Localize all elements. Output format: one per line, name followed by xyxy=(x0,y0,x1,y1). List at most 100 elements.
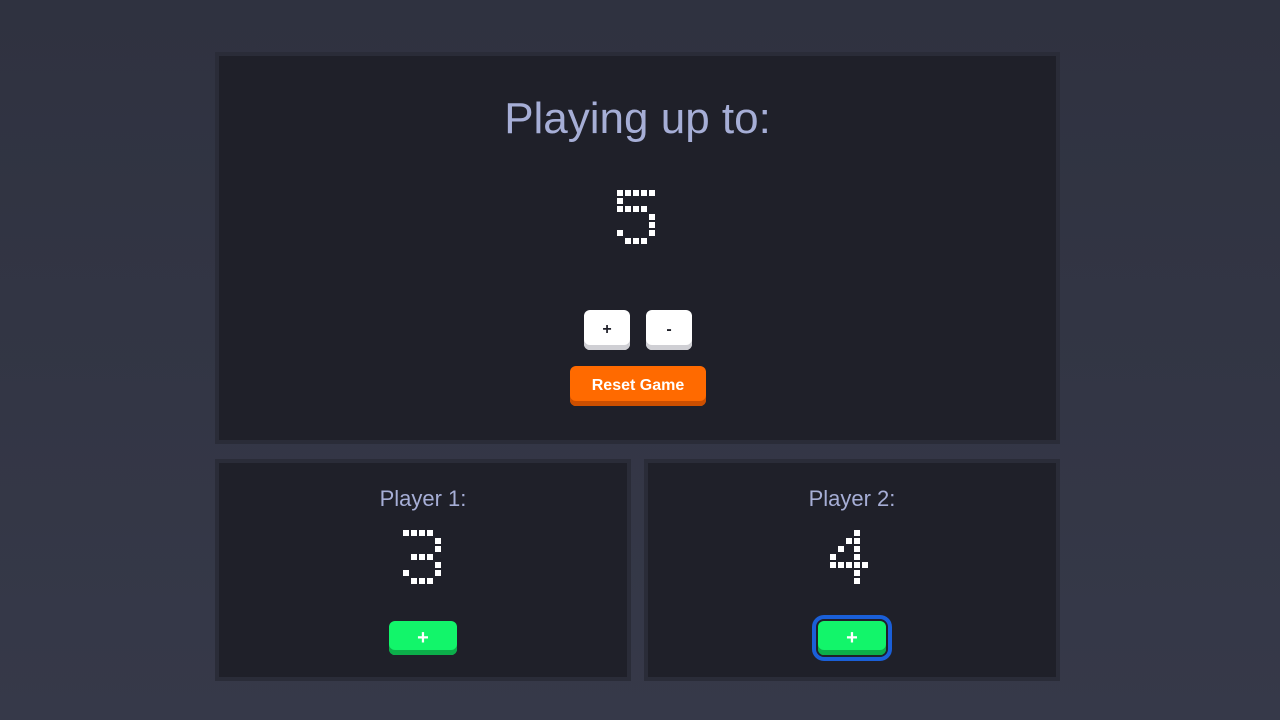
digit-pixel xyxy=(648,197,656,205)
digit-pixel xyxy=(616,229,624,237)
digit-pixel xyxy=(426,561,434,569)
digit-pixel xyxy=(410,537,418,545)
digit-pixel xyxy=(640,197,648,205)
digit-pixel xyxy=(426,529,434,537)
digit-pixel xyxy=(632,213,640,221)
digit-pixel xyxy=(434,577,442,585)
digit-pixel xyxy=(616,237,624,245)
digit-pixel xyxy=(632,221,640,229)
digit-pixel xyxy=(845,553,853,561)
digit-pixel xyxy=(845,529,853,537)
digit-pixel xyxy=(624,213,632,221)
digit-pixel xyxy=(648,237,656,245)
digit-pixel xyxy=(829,561,837,569)
digit-pixel xyxy=(853,537,861,545)
digit-pixel xyxy=(640,205,648,213)
digit-pixel xyxy=(861,569,869,577)
digit-pixel xyxy=(434,545,442,553)
digit-pixel xyxy=(845,569,853,577)
digit-pixel xyxy=(418,577,426,585)
digit-pixel xyxy=(434,553,442,561)
digit-pixel xyxy=(402,561,410,569)
digit-pixel xyxy=(426,545,434,553)
digit-pixel xyxy=(829,545,837,553)
digit-pixel xyxy=(426,569,434,577)
digit-pixel xyxy=(632,197,640,205)
digit-pixel xyxy=(837,545,845,553)
digit-pixel xyxy=(402,529,410,537)
reset-game-button[interactable]: Reset Game xyxy=(570,366,706,406)
digit-pixel xyxy=(861,553,869,561)
player-2-panel: Player 2: + xyxy=(644,459,1060,681)
digit-pixel xyxy=(624,189,632,197)
digit-pixel xyxy=(410,553,418,561)
digit-pixel xyxy=(402,577,410,585)
digit-pixel xyxy=(648,189,656,197)
digit-pixel xyxy=(845,561,853,569)
digit-pixel xyxy=(845,537,853,545)
digit-pixel xyxy=(640,189,648,197)
digit-pixel xyxy=(648,213,656,221)
digit-pixel xyxy=(829,537,837,545)
digit-pixel xyxy=(837,529,845,537)
digit-pixel xyxy=(418,545,426,553)
digit-pixel xyxy=(434,529,442,537)
player-2-label: Player 2: xyxy=(808,486,896,511)
digit-pixel xyxy=(845,545,853,553)
target-score-panel: Playing up to: + - Reset Game xyxy=(215,52,1060,444)
digit-pixel xyxy=(648,205,656,213)
digit-pixel xyxy=(418,561,426,569)
digit-pixel xyxy=(829,577,837,585)
digit-pixel xyxy=(853,553,861,561)
digit-pixel xyxy=(861,561,869,569)
digit-pixel xyxy=(632,229,640,237)
digit-pixel xyxy=(434,537,442,545)
digit-pixel xyxy=(853,569,861,577)
digit-pixel xyxy=(410,545,418,553)
digit-pixel xyxy=(402,545,410,553)
decrease-target-button[interactable]: - xyxy=(646,310,692,350)
player-1-score-display xyxy=(402,529,442,585)
digit-pixel xyxy=(837,537,845,545)
digit-pixel xyxy=(624,197,632,205)
digit-pixel xyxy=(616,213,624,221)
digit-pixel xyxy=(640,237,648,245)
digit-pixel xyxy=(837,561,845,569)
digit-pixel xyxy=(418,537,426,545)
digit-pixel xyxy=(829,569,837,577)
digit-pixel xyxy=(640,229,648,237)
digit-pixel xyxy=(434,561,442,569)
digit-pixel xyxy=(402,537,410,545)
player-1-add-point-button[interactable]: + xyxy=(389,621,457,655)
digit-pixel xyxy=(861,537,869,545)
digit-pixel xyxy=(418,553,426,561)
digit-pixel xyxy=(861,545,869,553)
digit-pixel xyxy=(853,561,861,569)
digit-pixel xyxy=(402,569,410,577)
player-2-add-point-button[interactable]: + xyxy=(812,615,892,661)
digit-pixel xyxy=(434,569,442,577)
digit-pixel xyxy=(616,205,624,213)
digit-pixel xyxy=(418,529,426,537)
digit-pixel xyxy=(426,577,434,585)
digit-pixel xyxy=(829,553,837,561)
digit-pixel xyxy=(837,553,845,561)
digit-pixel xyxy=(861,529,869,537)
digit-pixel xyxy=(640,213,648,221)
digit-pixel xyxy=(829,529,837,537)
digit-pixel xyxy=(616,189,624,197)
digit-pixel xyxy=(426,537,434,545)
digit-pixel xyxy=(837,569,845,577)
digit-pixel xyxy=(853,529,861,537)
player-1-panel: Player 1: + xyxy=(215,459,631,681)
target-score-display xyxy=(616,189,656,245)
digit-pixel xyxy=(861,577,869,585)
digit-pixel xyxy=(640,221,648,229)
increase-target-button[interactable]: + xyxy=(584,310,630,350)
player-2-score-display xyxy=(829,529,869,585)
digit-pixel xyxy=(624,229,632,237)
target-score-heading: Playing up to: xyxy=(504,94,771,143)
digit-pixel xyxy=(624,221,632,229)
digit-pixel xyxy=(410,569,418,577)
digit-pixel xyxy=(845,577,853,585)
